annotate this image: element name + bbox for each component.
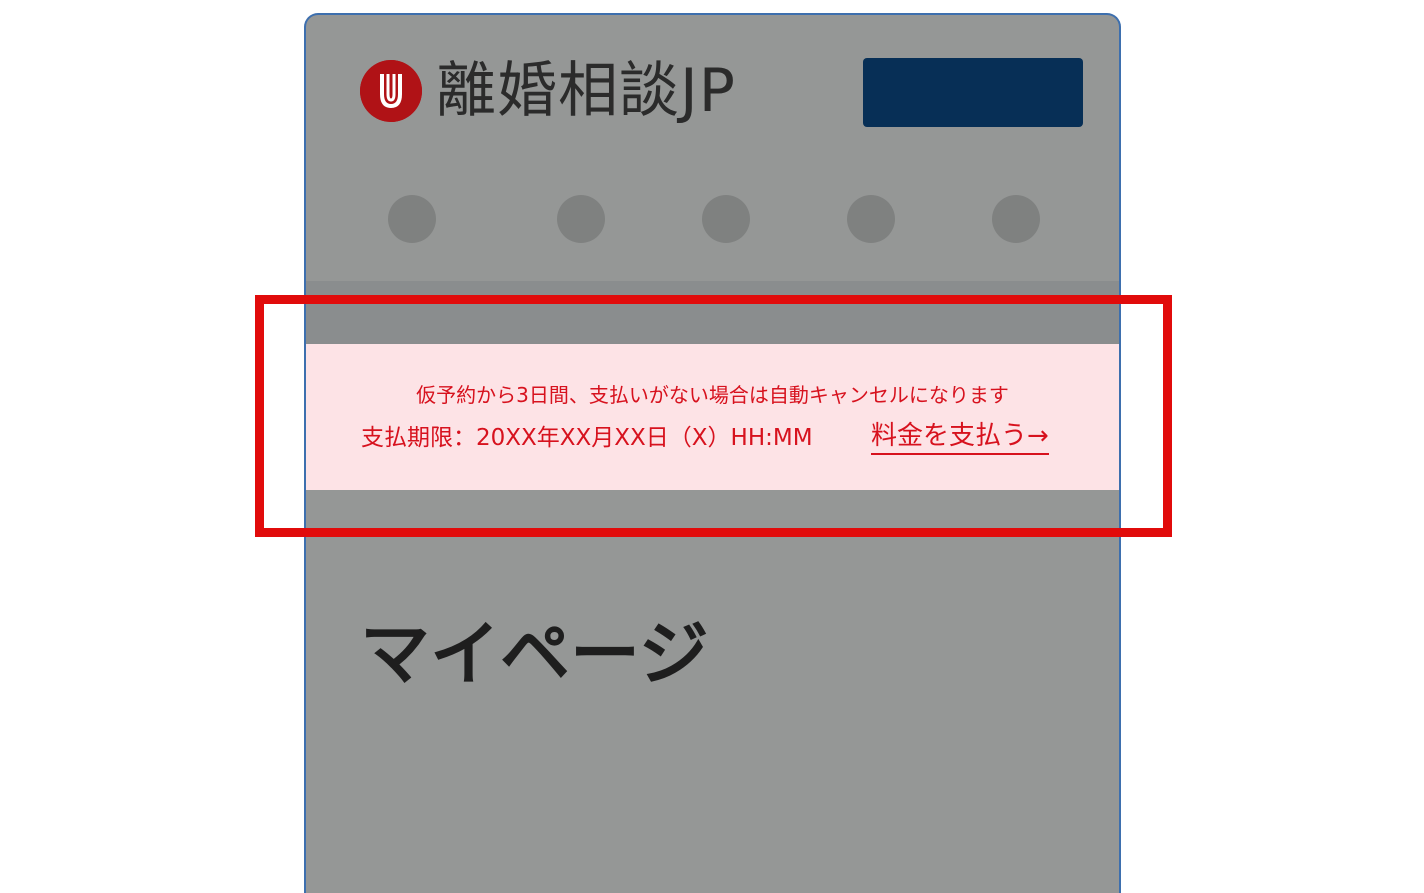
nav-dots bbox=[306, 195, 1119, 245]
payment-deadline: 支払期限：20XX年XX月XX日（X）HH:MM bbox=[361, 425, 813, 451]
nav-dot[interactable] bbox=[992, 195, 1040, 243]
nav-dot[interactable] bbox=[702, 195, 750, 243]
header-divider-strip bbox=[306, 281, 1119, 344]
nav-dot[interactable] bbox=[847, 195, 895, 243]
site-logo-text[interactable]: 離婚相談JP bbox=[436, 53, 736, 129]
notice-deadline-row: 支払期限：20XX年XX月XX日（X）HH:MM 料金を支払う→ bbox=[361, 419, 1081, 457]
auto-cancel-message: 仮予約から3日間、支払いがない場合は自動キャンセルになります bbox=[416, 383, 1009, 407]
j-circle-logo-icon bbox=[360, 60, 422, 122]
nav-dot[interactable] bbox=[557, 195, 605, 243]
nav-dot[interactable] bbox=[388, 195, 436, 243]
mobile-screen: 離婚相談JP 仮予約から3日間、支払いがない場合は自動キャンセルになります 支払… bbox=[304, 13, 1121, 893]
page-title: マイページ bbox=[360, 613, 709, 695]
header-action-button[interactable] bbox=[863, 58, 1083, 127]
payment-notice-banner: 仮予約から3日間、支払いがない場合は自動キャンセルになります 支払期限：20XX… bbox=[306, 344, 1119, 490]
pay-fee-link[interactable]: 料金を支払う→ bbox=[871, 419, 1049, 455]
site-header: 離婚相談JP bbox=[306, 15, 1119, 165]
